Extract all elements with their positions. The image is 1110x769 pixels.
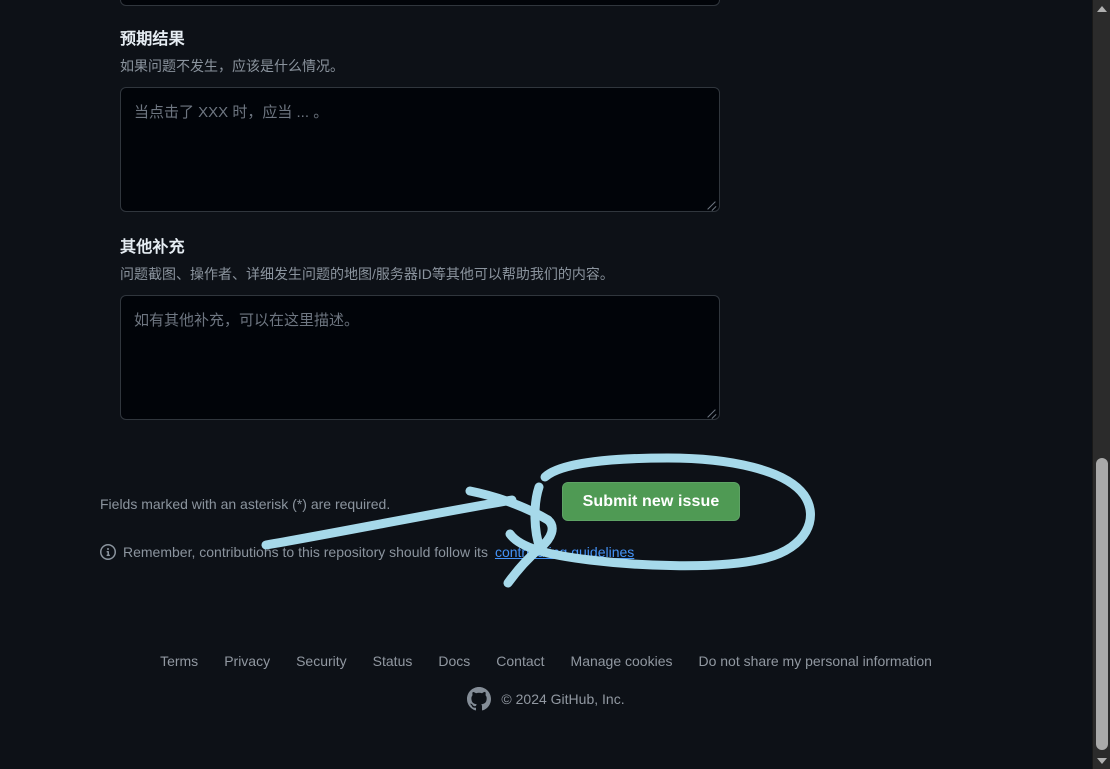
footer-link-privacy[interactable]: Privacy [224, 650, 270, 672]
textarea-placeholder: 如有其他补充，可以在这里描述。 [134, 312, 360, 329]
form-field-additional-info: 其他补充 问题截图、操作者、详细发生问题的地图/服务器ID等其他可以帮助我们的内… [120, 238, 720, 420]
scrollbar-up-button[interactable] [1093, 0, 1110, 17]
footer-link-terms[interactable]: Terms [160, 650, 198, 672]
form-field-expected-result: 预期结果 如果问题不发生，应该是什么情况。 当点击了 XXX 时，应当 ... … [120, 30, 720, 212]
additional-info-textarea[interactable]: 如有其他补充，可以在这里描述。 [120, 295, 720, 420]
submit-new-issue-button[interactable]: Submit new issue [562, 482, 740, 521]
footer-link-manage-cookies[interactable]: Manage cookies [571, 650, 673, 672]
footer-link-status[interactable]: Status [373, 650, 413, 672]
contributing-guidelines-link[interactable]: contributing guidelines [495, 542, 634, 562]
footer-links: Terms Privacy Security Status Docs Conta… [0, 650, 1092, 672]
resize-handle-icon[interactable] [705, 405, 717, 417]
chevron-up-icon [1096, 5, 1107, 12]
field-description: 如果问题不发生，应该是什么情况。 [120, 58, 344, 74]
site-footer: Terms Privacy Security Status Docs Conta… [0, 650, 1092, 711]
resize-handle-icon[interactable] [705, 197, 717, 209]
github-logo-icon [467, 687, 492, 711]
remember-text: Remember, contributions to this reposito… [123, 544, 488, 560]
browser-viewport: 预期结果 如果问题不发生，应该是什么情况。 当点击了 XXX 时，应当 ... … [0, 0, 1110, 769]
textarea-placeholder: 当点击了 XXX 时，应当 ... 。 [134, 104, 329, 121]
field-label: 其他补充 [120, 239, 185, 256]
previous-field-textarea-clipped[interactable] [120, 0, 720, 6]
field-description: 问题截图、操作者、详细发生问题的地图/服务器ID等其他可以帮助我们的内容。 [120, 266, 614, 282]
scrollbar-down-button[interactable] [1093, 752, 1110, 769]
expected-result-textarea[interactable]: 当点击了 XXX 时，应当 ... 。 [120, 87, 720, 212]
annotation-arrowhead-riser [530, 482, 545, 553]
field-label: 预期结果 [120, 31, 185, 48]
vertical-scrollbar[interactable] [1092, 0, 1110, 769]
footer-link-do-not-share[interactable]: Do not share my personal information [698, 650, 931, 672]
copyright-text: © 2024 GitHub, Inc. [501, 691, 625, 707]
info-icon [100, 544, 116, 560]
footer-link-docs[interactable]: Docs [438, 650, 470, 672]
chevron-down-icon [1096, 757, 1107, 764]
required-fields-note: Fields marked with an asterisk (*) are r… [100, 496, 391, 512]
scrollbar-thumb[interactable] [1096, 458, 1108, 750]
footer-link-security[interactable]: Security [296, 650, 347, 672]
footer-copyright: © 2024 GitHub, Inc. [0, 687, 1092, 711]
contributing-guidelines-note: Remember, contributions to this reposito… [100, 542, 634, 562]
issue-form-page: 预期结果 如果问题不发生，应该是什么情况。 当点击了 XXX 时，应当 ... … [0, 0, 1092, 769]
footer-link-contact[interactable]: Contact [496, 650, 544, 672]
annotation-arrowhead-upper [465, 486, 553, 525]
